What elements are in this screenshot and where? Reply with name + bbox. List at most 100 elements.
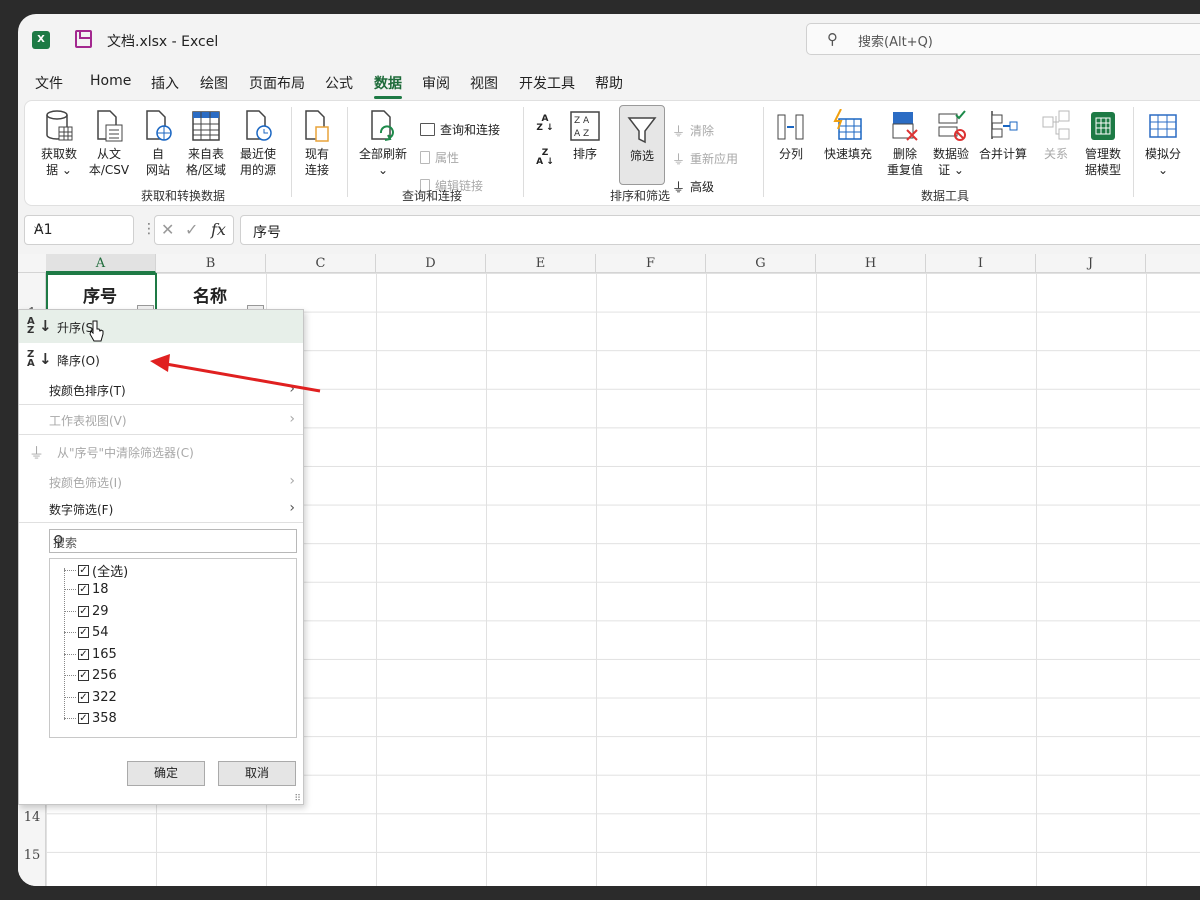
column-header-c[interactable]: C (266, 254, 376, 273)
web-globe-icon (146, 110, 172, 141)
filter-value-item[interactable]: ✓ 54 (64, 625, 109, 640)
confirm-entry-icon[interactable]: ✓ (185, 220, 198, 239)
filter-value-label: (全选) (92, 565, 129, 580)
tab-file[interactable]: 文件 (35, 73, 63, 93)
formula-content: 序号 (253, 225, 281, 241)
data-model-icon (1091, 112, 1115, 140)
column-header-f[interactable]: F (596, 254, 706, 273)
database-icon (46, 110, 73, 141)
ribbon-divider (523, 107, 524, 197)
checkbox-checked-icon[interactable]: ✓ (78, 649, 89, 660)
tab-page-layout[interactable]: 页面布局 (249, 73, 305, 93)
ok-button[interactable]: 确定 (127, 761, 205, 786)
tab-home[interactable]: Home (90, 73, 131, 89)
manage-data-model-button[interactable]: 管理数 据模型 (1079, 109, 1127, 178)
column-header-j[interactable]: J (1036, 254, 1146, 273)
cancel-entry-icon[interactable]: ✕ (161, 220, 174, 239)
sort-ascending-small-button[interactable]: AZ ↓ (533, 115, 557, 133)
what-if-analysis-button[interactable]: 模拟分 ⌄ (1139, 109, 1187, 178)
column-header-b[interactable]: B (156, 254, 266, 273)
resize-grip-icon[interactable]: ⠿ (294, 794, 301, 804)
filter-value-item[interactable]: ✓ 358 (64, 711, 117, 726)
insert-function-icon[interactable]: fx (211, 220, 226, 239)
tree-branch (64, 718, 76, 719)
checkbox-checked-icon[interactable]: ✓ (78, 627, 89, 638)
column-header-e[interactable]: E (486, 254, 596, 273)
tab-insert[interactable]: 插入 (151, 73, 179, 93)
filter-value-label: 18 (92, 582, 109, 597)
column-header-a[interactable]: A (46, 254, 156, 273)
refresh-all-button[interactable]: 全部刷新 ⌄ (355, 109, 411, 178)
from-text-csv-button[interactable]: 从文 本/CSV (87, 109, 131, 178)
menu-separator (19, 434, 303, 435)
filter-value-item[interactable]: ✓ (全选) (64, 561, 128, 580)
cancel-button[interactable]: 取消 (218, 761, 296, 786)
row-header-14[interactable]: 14 (18, 810, 46, 825)
advanced-label: 高级 (690, 180, 715, 194)
filter-search-input[interactable]: 搜索 ⚲ (49, 529, 297, 553)
checkbox-checked-icon[interactable]: ✓ (78, 670, 89, 681)
save-icon[interactable] (75, 30, 92, 48)
from-table-button[interactable]: 来自表 格/区域 (182, 109, 230, 178)
search-icon: ⚲ (53, 532, 64, 550)
remove-duplicates-button[interactable]: 删除 重复值 (883, 109, 927, 178)
filter-value-label: 165 (92, 647, 117, 662)
tab-draw[interactable]: 绘图 (200, 73, 228, 93)
tab-view[interactable]: 视图 (470, 73, 498, 93)
tab-formulas[interactable]: 公式 (325, 73, 353, 93)
properties-label: 属性 (435, 151, 460, 165)
consolidate-button[interactable]: 合并计算 (975, 109, 1031, 162)
refresh-all-dropdown: ⌄ (377, 163, 389, 177)
relationships-button: 关系 (1038, 109, 1074, 162)
recent-sources-button[interactable]: 最近使 用的源 (234, 109, 282, 178)
number-filters-label: 数字筛选(F) (49, 503, 114, 517)
tab-help[interactable]: 帮助 (595, 73, 623, 93)
svg-text:Z A: Z A (574, 116, 590, 126)
sort-descending-small-button[interactable]: ZA ↓ (533, 149, 557, 167)
ribbon-tabs: 文件 Home 插入 绘图 页面布局 公式 数据 审阅 视图 开发工具 帮助 (18, 70, 1200, 99)
name-box[interactable]: A1 ⌵ (24, 215, 134, 245)
filter-value-item[interactable]: ✓ 18 (64, 582, 109, 597)
existing-connections-button[interactable]: 现有 连接 (297, 109, 337, 178)
sort-by-color-item[interactable]: 按颜色排序(T) › (19, 381, 303, 404)
queries-connections-button[interactable]: 查询和连接 (420, 121, 500, 138)
text-file-icon (97, 110, 123, 142)
flash-fill-button[interactable]: 快速填充 (820, 109, 876, 162)
checkbox-checked-icon[interactable]: ✓ (78, 565, 89, 576)
data-validation-button[interactable]: 数据验 证 ⌄ (929, 109, 973, 178)
sort-ascending-item[interactable]: A Z ↓ 升序(S) (19, 310, 303, 343)
from-web-button[interactable]: 自 网站 (138, 109, 178, 178)
autofilter-menu: A Z ↓ 升序(S) Z A ↓ 降序(O) 按颜色排序(T) › 工作表视图(V) … (18, 309, 304, 805)
filter-value-item[interactable]: ✓ 29 (64, 604, 109, 619)
get-data-button[interactable]: 获取数 据 ⌄ (37, 109, 81, 178)
text-to-columns-button[interactable]: 分列 (773, 109, 809, 162)
sort-button[interactable]: Z A A Z 排序 (567, 109, 603, 162)
checkbox-checked-icon[interactable]: ✓ (78, 606, 89, 617)
advanced-filter-button[interactable]: ⏚ 高级 (672, 177, 714, 196)
search-box[interactable]: ⚲ 搜索(Alt+Q) (806, 23, 1200, 55)
filter-value-item[interactable]: ✓ 256 (64, 668, 117, 683)
group-label-queries: 查询和连接 (402, 189, 463, 203)
data-model-label-2: 据模型 (1084, 163, 1121, 177)
tab-data[interactable]: 数据 (374, 73, 402, 99)
filter-value-item[interactable]: ✓ 165 (64, 647, 117, 662)
filter-value-item[interactable]: ✓ 322 (64, 690, 117, 705)
formula-input[interactable]: 序号 (240, 215, 1200, 245)
column-header-i[interactable]: I (926, 254, 1036, 273)
tab-review[interactable]: 审阅 (422, 73, 450, 93)
column-header-g[interactable]: G (706, 254, 816, 273)
what-if-dropdown: ⌄ (1157, 163, 1169, 177)
row-header-15[interactable]: 15 (18, 848, 46, 863)
checkbox-checked-icon[interactable]: ✓ (78, 713, 89, 724)
title-bar: X 文档.xlsx - Excel ⚲ 搜索(Alt+Q) (18, 14, 1200, 66)
checkbox-checked-icon[interactable]: ✓ (78, 584, 89, 595)
filter-button[interactable]: 筛选 (621, 115, 663, 164)
clear-filter-button: ⏚ 清除 (672, 121, 714, 140)
checkbox-checked-icon[interactable]: ✓ (78, 692, 89, 703)
column-header-h[interactable]: H (816, 254, 926, 273)
tab-developer[interactable]: 开发工具 (519, 73, 575, 93)
sort-descending-item[interactable]: Z A ↓ 降序(O) (19, 343, 303, 375)
column-header-d[interactable]: D (376, 254, 486, 273)
from-table-label-2: 格/区域 (185, 163, 227, 177)
number-filters-item[interactable]: 数字筛选(F) › (19, 500, 303, 523)
